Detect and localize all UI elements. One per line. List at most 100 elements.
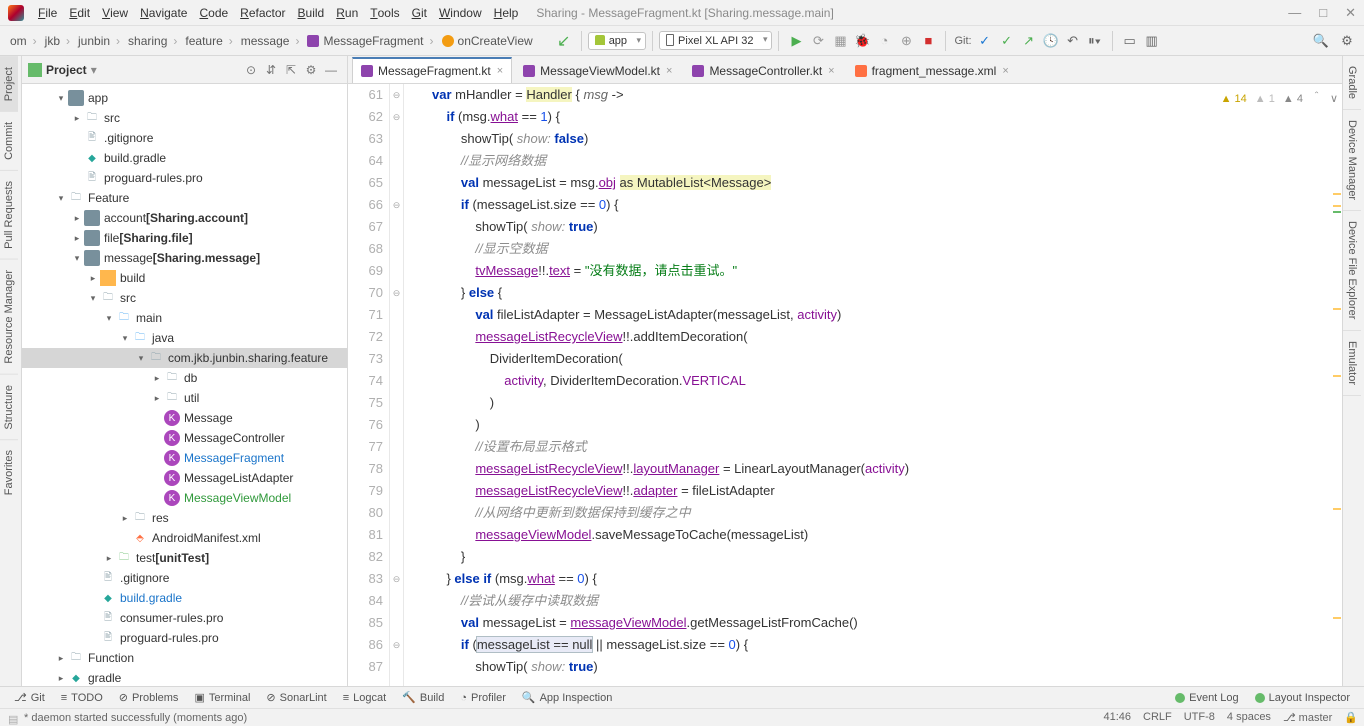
git-commit-icon[interactable]: ✓ [996,30,1018,52]
menu-edit[interactable]: Edit [63,6,96,20]
code-content[interactable]: var mHandler = Handler { msg -> if (msg.… [404,84,1342,690]
bottom-tab-logcat[interactable]: ≡Logcat [335,691,394,704]
git-update-icon[interactable]: ✓ [974,30,996,52]
breadcrumb[interactable]: MessageFragment [303,34,437,48]
select-opened-icon[interactable]: ⊙ [241,63,261,77]
left-tab-resource-manager[interactable]: Resource Manager [0,259,18,374]
tree-node[interactable]: 🖹proguard-rules.pro [22,168,347,188]
menu-git[interactable]: Git [406,6,433,20]
tree-node[interactable]: KMessage [22,408,347,428]
tree-node[interactable]: 🖹.gitignore [22,128,347,148]
left-tab-pull-requests[interactable]: Pull Requests [0,170,18,259]
project-tree[interactable]: ▾app▸🗀src🖹.gitignore◆build.gradle🖹progua… [22,84,347,690]
tree-node[interactable]: ▸🗀util [22,388,347,408]
avd-icon[interactable]: ▭ [1119,30,1141,52]
menu-run[interactable]: Run [330,6,364,20]
minimize-icon[interactable]: ― [1288,5,1301,21]
device-dropdown[interactable]: Pixel XL API 32 [659,31,772,50]
tree-node[interactable]: ▸account [Sharing.account] [22,208,347,228]
stop-icon[interactable]: ■ [917,30,939,52]
breadcrumb[interactable]: onCreateView [438,34,543,48]
tree-node[interactable]: ⬘AndroidManifest.xml [22,528,347,548]
settings-icon[interactable]: ⚙ [1336,30,1358,52]
left-tab-favorites[interactable]: Favorites [0,439,18,505]
hide-panel-icon[interactable]: ― [321,63,341,77]
editor-tab[interactable]: fragment_message.xml× [846,57,1018,83]
tree-node[interactable]: ▸🗀res [22,508,347,528]
sdk-icon[interactable]: ▥ [1141,30,1163,52]
bottom-tab-app-inspection[interactable]: 🔍App Inspection [514,691,620,704]
right-tab-device-manager[interactable]: Device Manager [1343,110,1361,211]
menu-window[interactable]: Window [433,6,488,20]
tree-node[interactable]: KMessageController [22,428,347,448]
menu-tools[interactable]: Tools [364,6,405,20]
back-arrow-icon[interactable]: ↙ [553,30,575,52]
lock-icon[interactable]: 🔒 [1344,711,1358,724]
bottom-tab-sonarlint[interactable]: ⊘SonarLint [258,691,334,704]
git-push-icon[interactable]: ↗ [1018,30,1040,52]
tree-node[interactable]: KMessageViewModel [22,488,347,508]
breadcrumb[interactable]: om [6,34,41,48]
tree-node[interactable]: 🖹proguard-rules.pro [22,628,347,648]
menu-view[interactable]: View [96,6,134,20]
tree-node[interactable]: 🖹consumer-rules.pro [22,608,347,628]
menu-build[interactable]: Build [292,6,331,20]
left-tab-structure[interactable]: Structure [0,374,18,440]
tree-node[interactable]: ▾🗀src [22,288,347,308]
inspection-widget[interactable]: ▲ 14 ▲ 1 ▲ 4 ＾ ∨ [1221,88,1338,110]
tree-node[interactable]: ▾🗀java [22,328,347,348]
tree-node[interactable]: ▸build [22,268,347,288]
git-rollback-icon[interactable]: ↶ [1062,30,1084,52]
bottom-tab-profiler[interactable]: ◔Profiler [452,691,514,704]
maximize-icon[interactable]: □ [1319,5,1327,21]
menu-navigate[interactable]: Navigate [134,6,193,20]
tree-node[interactable]: ▾app [22,88,347,108]
tree-node[interactable]: KMessageFragment [22,448,347,468]
fold-gutter[interactable]: ⊖⊖⊖⊖⊖⊖ [390,84,404,690]
status-widget[interactable]: CRLF [1143,711,1172,724]
status-widget[interactable]: 41:46 [1103,711,1131,724]
bottom-tab-git[interactable]: ⎇Git [6,691,53,704]
breadcrumb[interactable]: junbin [74,34,124,48]
left-tab-project[interactable]: Project [0,56,18,111]
expand-all-icon[interactable]: ⇵ [261,63,281,77]
tree-node[interactable]: ▸◆gradle [22,668,347,688]
rerun-icon[interactable]: ⟳ [807,30,829,52]
menu-help[interactable]: Help [488,6,525,20]
tree-node[interactable]: ▾🗀main [22,308,347,328]
menu-refactor[interactable]: Refactor [234,6,291,20]
tree-node[interactable]: ▾🗀Feature [22,188,347,208]
tree-node[interactable]: ◆build.gradle [22,148,347,168]
git-history-icon[interactable]: 🕓 [1040,30,1062,52]
menu-code[interactable]: Code [193,6,234,20]
error-stripe[interactable] [1332,84,1342,690]
right-tab-device-file-explorer[interactable]: Device File Explorer [1343,211,1361,330]
collapse-all-icon[interactable]: ⇱ [281,63,301,77]
editor-tab[interactable]: MessageFragment.kt× [352,57,512,83]
git-more-icon[interactable]: ⏸▾ [1084,30,1106,52]
breadcrumb[interactable]: sharing [124,34,181,48]
debug-icon[interactable]: 🐞 [851,30,873,52]
breadcrumb[interactable]: message [237,34,304,48]
bottom-tab-layout-inspector[interactable]: Layout Inspector [1247,692,1358,704]
right-tab-emulator[interactable]: Emulator [1343,331,1361,396]
bottom-tab-event-log[interactable]: Event Log [1167,692,1247,704]
tree-node[interactable]: ▸🗀Function [22,648,347,668]
bottom-tab-todo[interactable]: ≡TODO [53,691,111,704]
status-widget[interactable]: 4 spaces [1227,711,1271,724]
breadcrumb[interactable]: jkb [41,34,74,48]
left-tab-commit[interactable]: Commit [0,111,18,170]
tree-node[interactable]: ◆build.gradle [22,588,347,608]
search-icon[interactable]: 🔍 [1310,30,1332,52]
tree-node[interactable]: ▸🗀db [22,368,347,388]
attach-icon[interactable]: ⊕ [895,30,917,52]
menu-file[interactable]: File [32,6,63,20]
run-icon[interactable]: ▶ [785,30,807,52]
status-widget[interactable]: UTF-8 [1184,711,1215,724]
tree-node[interactable]: 🖹.gitignore [22,568,347,588]
tree-node[interactable]: ▾message [Sharing.message] [22,248,347,268]
editor-body[interactable]: 6162636465666768697071727374757677787980… [348,84,1342,690]
panel-settings-icon[interactable]: ⚙ [301,63,321,77]
right-tab-gradle[interactable]: Gradle [1343,56,1361,110]
editor-tab[interactable]: MessageViewModel.kt× [514,57,681,83]
